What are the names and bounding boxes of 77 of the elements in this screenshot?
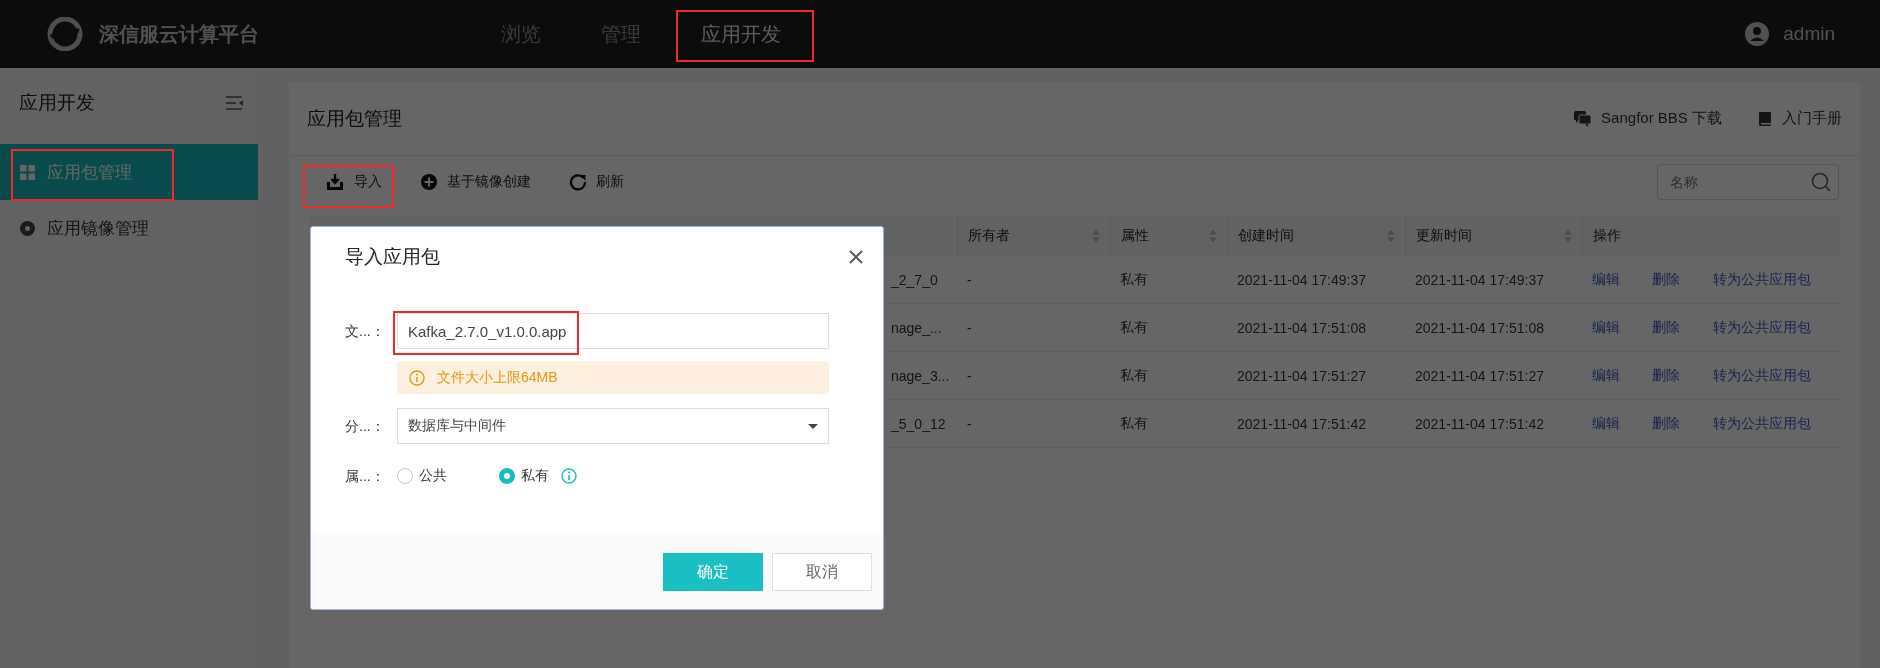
table-cell: 2021-11-04 17:51:08 xyxy=(1415,319,1544,336)
confirm-button[interactable]: 确定 xyxy=(663,553,763,591)
import-icon xyxy=(325,173,345,191)
plus-circle-icon xyxy=(420,173,438,191)
chat-bubbles-icon xyxy=(1574,110,1592,127)
table-cell: 私有 xyxy=(1120,270,1148,287)
cancel-button[interactable]: 取消 xyxy=(772,553,872,591)
table-cell: 2021-11-04 17:51:27 xyxy=(1415,367,1544,384)
table-cell: nage_3... xyxy=(891,367,950,384)
search-icon[interactable] xyxy=(1811,172,1831,192)
table-cell: - xyxy=(967,319,972,336)
action-link[interactable]: 编辑 xyxy=(1592,270,1652,289)
table-cell: _2_7_0 xyxy=(891,271,938,288)
dropdown-caret-icon xyxy=(808,423,818,429)
table-cell: 私有 xyxy=(1120,318,1148,335)
info-icon[interactable] xyxy=(561,468,577,484)
category-select[interactable]: 数据库与中间件 xyxy=(397,408,829,444)
logo-icon xyxy=(45,17,85,51)
field-label: 属...： xyxy=(344,467,386,486)
column-header: 所有者 xyxy=(967,227,1010,245)
header-link[interactable]: 入门手册 xyxy=(1758,109,1842,128)
toolbar-button[interactable]: 基于镜像创建 xyxy=(404,162,547,202)
table-cell: - xyxy=(967,415,972,432)
column-header: 更新时间 xyxy=(1415,227,1472,245)
table-cell: - xyxy=(967,367,972,384)
panel-title: 应用包管理 xyxy=(307,106,402,131)
radio-circle[interactable] xyxy=(397,468,413,484)
radio-option[interactable]: 公共 xyxy=(397,467,447,485)
header-link[interactable]: Sangfor BBS 下载 xyxy=(1574,109,1722,128)
radio-circle[interactable] xyxy=(499,468,515,484)
sidebar-title: 应用开发 xyxy=(19,91,95,115)
table-cell: 私有 xyxy=(1120,366,1148,383)
refresh-icon xyxy=(569,173,587,191)
table-cell: 私有 xyxy=(1120,414,1148,431)
toolbar-button[interactable]: 刷新 xyxy=(553,162,640,202)
action-link[interactable]: 转为公共应用包 xyxy=(1713,366,1811,385)
user-avatar-icon[interactable] xyxy=(1745,22,1770,46)
field-label: 文...： xyxy=(344,322,386,341)
table-cell: 2021-11-04 17:51:42 xyxy=(1237,415,1366,432)
table-cell: 2021-11-04 17:49:37 xyxy=(1237,271,1366,288)
table-cell: 2021-11-04 17:49:37 xyxy=(1415,271,1544,288)
book-icon xyxy=(1758,110,1772,127)
user-name[interactable]: admin xyxy=(1783,23,1835,45)
action-link[interactable]: 转为公共应用包 xyxy=(1713,270,1811,289)
action-link[interactable]: 编辑 xyxy=(1592,318,1652,337)
disc-icon xyxy=(20,220,35,236)
close-icon[interactable] xyxy=(849,250,863,264)
file-name-field[interactable]: Kafka_2.7.0_v1.0.0.app xyxy=(397,313,829,349)
action-link[interactable]: 转为公共应用包 xyxy=(1713,318,1811,337)
radio-option[interactable]: 私有 xyxy=(499,467,549,485)
action-link[interactable]: 编辑 xyxy=(1592,414,1652,433)
nav-tab[interactable]: 应用开发 xyxy=(671,0,811,68)
collapse-menu-icon[interactable] xyxy=(225,95,244,111)
toolbar-button[interactable]: 导入 xyxy=(309,162,398,202)
action-link[interactable]: 转为公共应用包 xyxy=(1713,414,1811,433)
size-limit-notice: 文件大小上限64MB xyxy=(397,361,829,394)
table-cell: 2021-11-04 17:51:08 xyxy=(1237,319,1366,336)
table-cell: 2021-11-04 17:51:27 xyxy=(1237,367,1366,384)
column-header: 创建时间 xyxy=(1237,227,1294,245)
table-cell: nage_... xyxy=(891,319,942,336)
action-link[interactable]: 删除 xyxy=(1652,318,1713,337)
brand-title: 深信服云计算平台 xyxy=(99,21,259,47)
table-cell: _5_0_12 xyxy=(891,415,946,432)
sidebar-item[interactable]: 应用镜像管理 xyxy=(0,200,258,256)
table-cell: - xyxy=(967,271,972,288)
dialog-title: 导入应用包 xyxy=(345,245,440,269)
table-cell: 2021-11-04 17:51:42 xyxy=(1415,415,1544,432)
info-icon xyxy=(409,369,425,386)
action-link[interactable]: 删除 xyxy=(1652,366,1713,385)
action-link[interactable]: 删除 xyxy=(1652,414,1713,433)
action-link[interactable]: 编辑 xyxy=(1592,366,1652,385)
grid-icon xyxy=(20,164,35,180)
field-label: 分...： xyxy=(344,417,386,436)
action-link[interactable]: 删除 xyxy=(1652,270,1713,289)
column-header: 属性 xyxy=(1120,227,1149,245)
sidebar-item[interactable]: 应用包管理 xyxy=(0,144,258,200)
column-header: 操作 xyxy=(1592,227,1621,245)
